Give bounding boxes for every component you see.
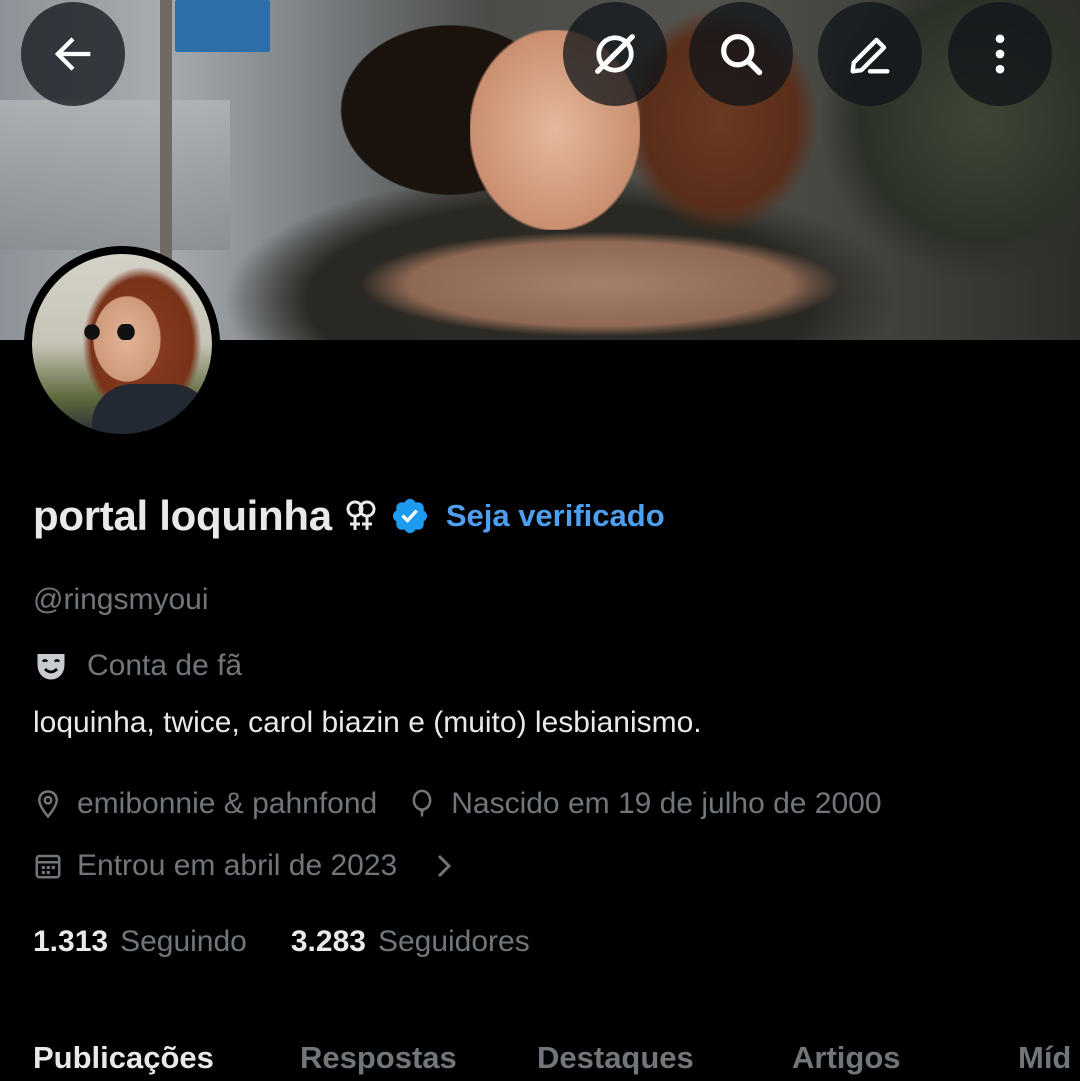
more-vertical-icon — [995, 34, 1005, 74]
birthday: Nascido em 19 de julho de 2000 — [407, 787, 882, 821]
followers-label: Seguidores — [377, 925, 530, 958]
verified-badge-icon[interactable] — [390, 496, 430, 536]
search-icon — [721, 34, 763, 76]
grok-icon — [595, 34, 635, 74]
edit-icon — [850, 37, 890, 74]
theater-masks-icon — [37, 654, 65, 680]
tab-respostas[interactable]: Respostas — [300, 1040, 457, 1076]
birthday-label: Nascido em 19 de julho de 2000 — [451, 787, 882, 820]
joined-date[interactable]: Entrou em abril de 2023 — [33, 849, 459, 883]
joined-label: Entrou em abril de 2023 — [77, 849, 398, 882]
profile-avatar[interactable] — [24, 246, 220, 442]
double-venus-icon — [346, 500, 376, 530]
tab-destaques[interactable]: Destaques — [537, 1040, 694, 1076]
avatar-image — [32, 254, 212, 434]
grok-button[interactable] — [563, 2, 667, 106]
balloon-icon — [412, 789, 432, 817]
profile-tabs: Publicações Respostas Destaques Artigos … — [0, 1030, 1080, 1081]
following-label: Seguindo — [120, 925, 247, 958]
tab-publicacoes[interactable]: Publicações — [33, 1040, 214, 1076]
name-row: portal loquinha Seja verificado — [33, 488, 665, 544]
joined-row[interactable]: Entrou em abril de 2023 — [33, 844, 459, 888]
banner-building — [0, 100, 230, 250]
get-verified-link[interactable]: Seja verificado — [446, 498, 665, 534]
banner-street-sign — [175, 0, 270, 52]
avatar-jacket — [92, 384, 212, 434]
followers-link[interactable]: 3.283 Seguidores — [291, 925, 530, 959]
following-count: 1.313 — [33, 925, 109, 958]
more-options-button[interactable] — [948, 2, 1052, 106]
location: emibonnie & pahnfond — [33, 787, 377, 821]
profile-bio: loquinha, twice, carol biazin e (muito) … — [33, 706, 702, 739]
chevron-right-icon — [438, 854, 452, 878]
avatar-glasses — [80, 324, 140, 340]
back-button[interactable] — [21, 2, 125, 106]
banner-pole — [160, 0, 172, 270]
edit-button[interactable] — [818, 2, 922, 106]
location-pin-icon — [37, 790, 59, 819]
profile-meta-row: emibonnie & pahnfond Nascido em 19 de ju… — [33, 782, 882, 826]
tab-artigos[interactable]: Artigos — [792, 1040, 901, 1076]
location-label: emibonnie & pahnfond — [77, 787, 378, 820]
category-label: Conta de fã — [87, 649, 243, 682]
followers-count: 3.283 — [290, 925, 366, 958]
follow-stats: 1.313 Seguindo 3.283 Seguidores — [33, 920, 530, 964]
search-button[interactable] — [689, 2, 793, 106]
tab-midia[interactable]: Míd — [1018, 1040, 1071, 1076]
display-name: portal loquinha — [33, 492, 332, 539]
calendar-icon — [35, 854, 61, 879]
profile-handle: @ringsmyoui — [33, 583, 209, 616]
profile-category: Conta de fã — [33, 644, 242, 688]
arrow-left-icon — [54, 37, 91, 71]
following-link[interactable]: 1.313 Seguindo — [33, 925, 247, 959]
